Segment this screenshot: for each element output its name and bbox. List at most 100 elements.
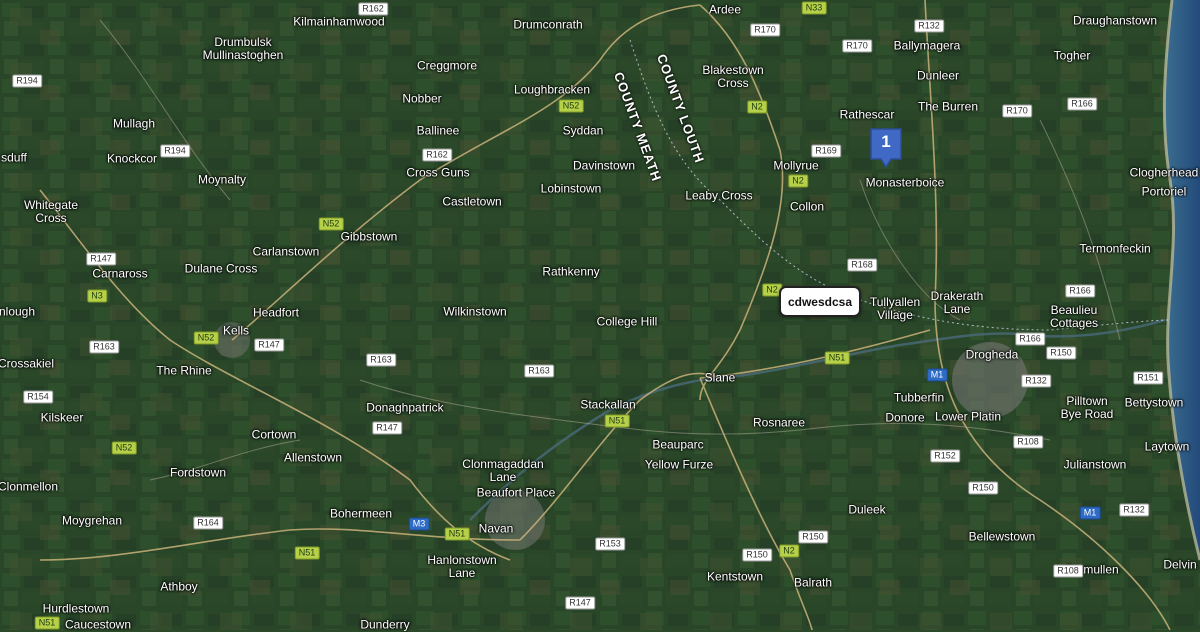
place-label: Togher <box>1053 48 1091 63</box>
place-label: Crossakiel <box>0 356 55 371</box>
road-shield: R108 <box>1053 564 1083 578</box>
place-label: Wilkinstown <box>443 304 507 319</box>
place-label: Davinstown <box>572 158 636 173</box>
place-label: Kilmainhamwood <box>293 14 385 29</box>
place-label: Bellewstown <box>968 529 1036 544</box>
map-callout[interactable]: cdwesdcsa <box>779 286 861 317</box>
road-shield: N52 <box>111 441 137 455</box>
map-marker[interactable]: 1 <box>869 127 903 169</box>
road-shield: N3 <box>87 289 107 303</box>
place-label: Ardee <box>708 2 742 17</box>
road-shield: R170 <box>1002 104 1032 118</box>
place-label: The Rhine <box>156 363 212 378</box>
road-shield: R194 <box>160 144 190 158</box>
road-shield: N51 <box>444 527 470 541</box>
place-label: College Hill <box>596 314 658 329</box>
road-shield: R154 <box>23 390 53 404</box>
road-shield: R153 <box>595 537 625 551</box>
place-label: Leaby Cross <box>685 188 753 203</box>
road-shield: R164 <box>193 516 223 530</box>
place-label: Moygrehan <box>61 513 123 528</box>
road-shield: N52 <box>318 217 344 231</box>
road-shield: N52 <box>558 99 584 113</box>
place-label: nlough <box>0 304 36 319</box>
place-label: Headfort <box>252 305 300 320</box>
road-shield: R194 <box>12 74 42 88</box>
place-label: Ballinee <box>416 123 460 138</box>
place-label: Beauparc <box>652 437 704 452</box>
place-label: Collon <box>789 199 825 214</box>
place-label: Bohermeen <box>329 506 393 521</box>
place-label: Balrath <box>793 575 833 590</box>
place-label: Drakerath Lane <box>930 289 984 316</box>
road-shield: N51 <box>604 414 630 428</box>
place-label: Hanlonstown Lane <box>427 553 497 580</box>
road-shield: M1 <box>926 368 948 382</box>
place-label: Whitegate Cross <box>23 198 79 225</box>
road-shield: R166 <box>1067 97 1097 111</box>
road-shield: N51 <box>824 351 850 365</box>
road-shield: N52 <box>193 331 219 345</box>
place-label: Allenstown <box>283 450 343 465</box>
callout-label: cdwesdcsa <box>787 294 853 309</box>
place-label: Cross Guns <box>406 165 470 180</box>
place-label: Drumconrath <box>513 17 583 32</box>
place-label: Kilskeer <box>40 410 84 425</box>
place-label: Dulane Cross <box>184 261 258 276</box>
place-label: Rosnaree <box>752 415 806 430</box>
road-shield: R170 <box>842 39 872 53</box>
place-label: Carnaross <box>92 266 148 281</box>
road-shield: R163 <box>89 340 119 354</box>
road-shield: R163 <box>524 364 554 378</box>
place-label: Kentstown <box>706 569 764 584</box>
place-label: Yellow Furze <box>644 457 714 472</box>
place-label: Lobinstown <box>540 181 602 196</box>
place-label: Mollyrue <box>773 158 819 173</box>
road-shield: R169 <box>811 144 841 158</box>
place-label: Laytown <box>1144 439 1190 454</box>
place-label: Nobber <box>402 91 442 106</box>
place-label: Julianstown <box>1063 457 1127 472</box>
place-label: Rathescar <box>839 107 895 122</box>
place-label: Clonmellon <box>0 479 59 494</box>
road-shield: R170 <box>750 23 780 37</box>
place-label: Kells <box>222 323 250 338</box>
road-shield: N2 <box>747 100 767 114</box>
road-shield: N2 <box>788 174 808 188</box>
road-shield: M3 <box>408 517 430 531</box>
place-label: Slane <box>704 370 736 385</box>
road-shield: R132 <box>1119 503 1149 517</box>
place-label: Navan <box>478 521 514 536</box>
road-shield: R162 <box>358 2 388 16</box>
place-label: Portoriel <box>1141 184 1187 199</box>
place-label: Castletown <box>442 194 502 209</box>
place-label: Drogheda <box>965 347 1019 362</box>
road-shield: N51 <box>34 616 60 630</box>
place-label: Delvin <box>1163 557 1197 572</box>
road-shield: R162 <box>422 148 452 162</box>
place-label: Athboy <box>160 579 198 594</box>
road-shield: N51 <box>294 546 320 560</box>
place-label: Beaufort Place <box>476 485 556 500</box>
place-label: Termonfeckin <box>1079 241 1151 256</box>
place-label: Tubberfin <box>893 390 945 405</box>
road-shield: N2 <box>779 544 799 558</box>
place-label: Moynalty <box>197 172 247 187</box>
place-label: Loughbracken <box>513 82 591 97</box>
road-shield: R151 <box>1133 371 1163 385</box>
place-label: Pilltown Bye Road <box>1060 394 1114 421</box>
place-label: Blakestown Cross <box>702 63 764 90</box>
place-label: Draughanstown <box>1072 13 1158 28</box>
place-label: Clogherhead <box>1129 165 1199 180</box>
place-label: sduff <box>1 150 27 165</box>
place-label: Syddan <box>562 123 604 138</box>
place-label: Lower Platin <box>934 409 1002 424</box>
place-label: Beaulieu Cottages <box>1049 303 1099 330</box>
road-shield: R166 <box>1015 332 1045 346</box>
place-label: Cortown <box>251 427 297 442</box>
road-shield: R132 <box>1021 374 1051 388</box>
road-shield: R168 <box>847 258 877 272</box>
road-shield: R132 <box>914 19 944 33</box>
road-shield: R147 <box>565 596 595 610</box>
place-label: Fordstown <box>169 465 227 480</box>
